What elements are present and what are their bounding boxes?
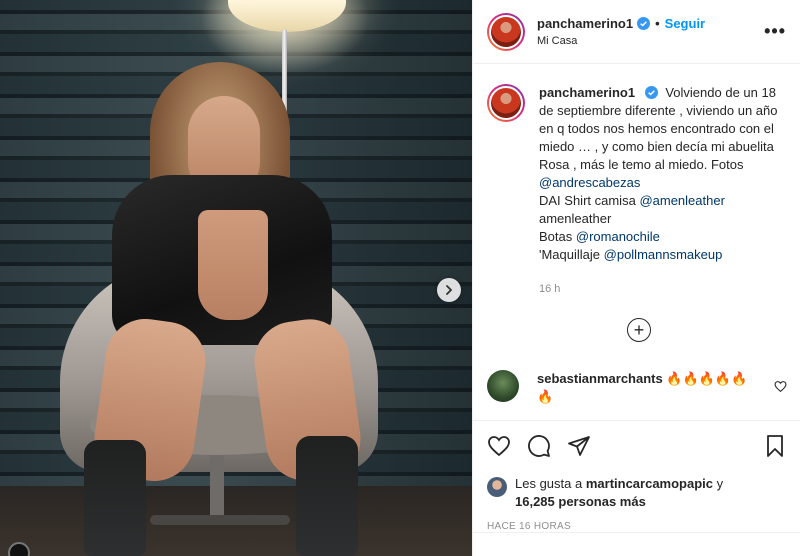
caption-time: 16 h [539,283,561,295]
likes-text: Les gusta a martincarcamopapic y 16,285 … [515,475,723,511]
post-caption: panchamerino1 Volviendo de un 18 de sept… [473,64,800,298]
like-comment-heart-icon[interactable] [774,380,787,393]
liker-username[interactable]: martincarcamopapic [586,476,713,491]
action-icons [487,433,787,459]
follow-button[interactable]: Seguir [665,16,705,31]
post-timestamp[interactable]: HACE 16 HORAS [487,521,787,532]
location-link[interactable]: Mi Casa [537,35,705,47]
caption-text: panchamerino1 Volviendo de un 18 de sept… [539,84,779,298]
post-side-panel: panchamerino1 • Seguir Mi Casa ••• panch… [472,0,800,556]
likes-and: y [716,476,724,491]
header-username[interactable]: panchamerino1 [537,16,633,31]
caption-body-4: Botas [539,229,573,244]
instagram-post: panchamerino1 • Seguir Mi Casa ••• panch… [0,0,800,556]
photo-person-boot-right [296,436,358,556]
chevron-right-icon [446,285,453,295]
verified-icon [644,86,658,99]
separator-dot: • [655,16,660,31]
load-more-comments-button[interactable]: + [627,318,651,342]
share-icon[interactable] [567,434,591,458]
likes-count[interactable]: 16,285 personas más [515,494,646,509]
post-header: panchamerino1 • Seguir Mi Casa ••• [473,0,800,64]
avatar[interactable] [487,12,525,51]
add-circle-icon: + [633,320,645,340]
comment-item: sebastianmarchants 🔥🔥🔥🔥🔥🔥 [487,370,787,406]
heart-icon[interactable] [487,434,511,458]
likes-prefix: Les gusta a [515,476,583,491]
next-photo-button[interactable] [437,278,461,302]
caption-body-3: amenleather [539,211,612,226]
photo-person-chest [198,210,268,320]
mention-link[interactable]: @andrescabezas [539,175,640,190]
likes-summary: Les gusta a martincarcamopapic y 16,285 … [487,475,787,511]
liker-avatar[interactable] [487,477,507,497]
mention-link[interactable]: @romanochile [576,229,660,244]
caption-username[interactable]: panchamerino1 [539,85,635,100]
caption-body-2: DAI Shirt camisa [539,193,636,208]
more-options-button[interactable]: ••• [764,22,786,40]
post-actions: Les gusta a martincarcamopapic y 16,285 … [473,420,800,532]
caption-body-5: 'Maquillaje [539,247,601,262]
comment-input-area[interactable] [473,532,800,556]
bookmark-icon[interactable] [763,434,787,458]
photo-person-boot-left [84,440,146,556]
verified-icon [637,17,651,30]
comment-username[interactable]: sebastianmarchants [537,371,663,386]
mention-link[interactable]: @amenleather [639,193,724,208]
post-photo[interactable] [0,0,472,556]
comment-text: sebastianmarchants 🔥🔥🔥🔥🔥🔥 [537,370,757,406]
comment-icon[interactable] [527,434,551,458]
header-meta: panchamerino1 • Seguir Mi Casa [537,16,705,47]
comment-avatar[interactable] [487,370,519,402]
caption-avatar[interactable] [487,84,525,122]
photo-chair-foot [150,515,290,525]
mention-link[interactable]: @pollmannsmakeup [604,247,723,262]
